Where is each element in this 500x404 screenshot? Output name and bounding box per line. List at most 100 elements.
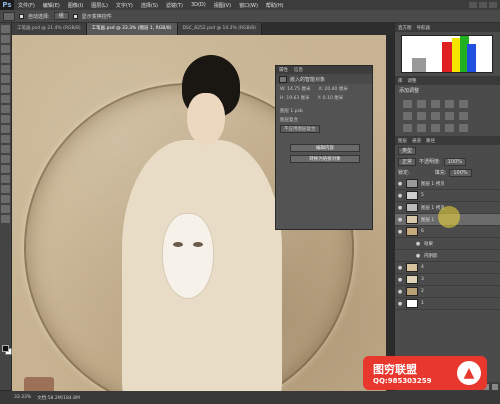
type-tool-icon[interactable] (1, 175, 10, 183)
layer-row[interactable]: ● 效果 (395, 238, 500, 250)
layer-row[interactable]: ● 3 (395, 274, 500, 286)
menu-select[interactable]: 选择(S) (137, 2, 162, 9)
menu-window[interactable]: 窗口(W) (235, 2, 262, 9)
tab-histogram[interactable]: 直方图 (398, 25, 412, 31)
black-white-icon[interactable] (431, 112, 440, 120)
gradient-tool-icon[interactable] (1, 135, 10, 143)
tab-properties[interactable]: 属性 (279, 67, 288, 73)
hand-tool-icon[interactable] (1, 205, 10, 213)
menu-type[interactable]: 文字(Y) (112, 2, 137, 9)
visibility-eye-icon[interactable]: ● (397, 301, 403, 307)
zoom-level[interactable]: 33.33% (14, 395, 31, 400)
color-balance-icon[interactable] (417, 112, 426, 120)
menu-help[interactable]: 帮助(H) (262, 2, 288, 9)
healing-tool-icon[interactable] (1, 85, 10, 93)
shape-tool-icon[interactable] (1, 195, 10, 203)
visibility-eye-icon[interactable]: ● (397, 265, 403, 271)
w-value[interactable]: 14.75 厘米 (287, 87, 310, 92)
path-select-tool-icon[interactable] (1, 185, 10, 193)
opacity-field[interactable]: 100% (443, 157, 466, 166)
x-value[interactable]: 20.40 厘米 (325, 87, 348, 92)
crop-tool-icon[interactable] (1, 65, 10, 73)
quick-select-tool-icon[interactable] (1, 55, 10, 63)
tab-info[interactable]: 信息 (294, 67, 303, 73)
convert-linked-button[interactable]: 转换为链接对象 (290, 155, 360, 163)
marquee-tool-icon[interactable] (1, 35, 10, 43)
channel-mixer-icon[interactable] (459, 112, 468, 120)
levels-icon[interactable] (417, 100, 426, 108)
gradient-map-icon[interactable] (445, 124, 454, 132)
adjustments-panel-tabs: 库 调整 (395, 76, 500, 85)
visibility-eye-icon[interactable]: ● (397, 277, 403, 283)
blur-tool-icon[interactable] (1, 145, 10, 153)
visibility-eye-icon[interactable]: ● (415, 241, 421, 247)
tab-channels[interactable]: 通道 (412, 138, 421, 144)
tab-layers[interactable]: 图层 (398, 138, 407, 144)
move-tool-icon[interactable] (1, 25, 10, 33)
tab-paths[interactable]: 路径 (426, 138, 435, 144)
layer-row[interactable]: ● 内阴影 (395, 250, 500, 262)
invert-icon[interactable] (403, 124, 412, 132)
curves-icon[interactable] (431, 100, 440, 108)
photo-filter-icon[interactable] (445, 112, 454, 120)
h-value[interactable]: 19.63 厘米 (286, 96, 309, 101)
brush-tool-icon[interactable] (1, 95, 10, 103)
auto-select-checkbox[interactable] (19, 13, 24, 19)
hue-saturation-icon[interactable] (403, 112, 412, 120)
tool-preset-picker[interactable] (3, 11, 15, 21)
foreground-color-swatch[interactable] (2, 345, 9, 352)
layer-row[interactable]: ● 2 (395, 286, 500, 298)
exposure-icon[interactable] (445, 100, 454, 108)
tab-navigator[interactable]: 导航器 (417, 25, 431, 31)
visibility-eye-icon[interactable]: ● (397, 193, 403, 199)
y-value[interactable]: 0.10 厘米 (323, 96, 343, 101)
blend-mode-dropdown[interactable]: 正常 (398, 157, 417, 166)
visibility-eye-icon[interactable]: ● (397, 217, 403, 223)
brightness-icon[interactable] (403, 100, 412, 108)
eraser-tool-icon[interactable] (1, 125, 10, 133)
layer-row[interactable]: ● 图层 1 拷贝 (395, 178, 500, 190)
layer-comp-dropdown[interactable]: 不应用图层复合 (280, 124, 320, 133)
tab-adjustments[interactable]: 调整 (408, 78, 417, 84)
posterize-icon[interactable] (417, 124, 426, 132)
layer-row[interactable]: ● 1 (395, 298, 500, 310)
menu-view[interactable]: 视图(V) (210, 2, 235, 9)
visibility-eye-icon[interactable]: ● (397, 181, 403, 187)
selective-color-icon[interactable] (459, 124, 468, 132)
visibility-eye-icon[interactable]: ● (397, 229, 403, 235)
doc-tab-1[interactable]: 工笔画.psd @ 21.4% (RGB/8) (12, 23, 87, 35)
dodge-tool-icon[interactable] (1, 155, 10, 163)
menu-edit[interactable]: 编辑(E) (39, 2, 64, 9)
stamp-tool-icon[interactable] (1, 105, 10, 113)
layer-name: 效果 (424, 241, 433, 247)
minimize-button[interactable] (469, 2, 477, 8)
history-brush-icon[interactable] (1, 115, 10, 123)
trash-icon[interactable] (492, 383, 498, 390)
menu-image[interactable]: 图像(I) (64, 2, 87, 9)
visibility-eye-icon[interactable]: ● (397, 205, 403, 211)
doc-tab-3[interactable]: DSC_8252.psd @ 14.3% (RGB/8) (177, 23, 262, 35)
auto-select-dropdown[interactable]: 组 (53, 12, 69, 20)
visibility-eye-icon[interactable]: ● (415, 253, 421, 259)
pen-tool-icon[interactable] (1, 165, 10, 173)
transform-controls-checkbox[interactable] (72, 13, 78, 19)
visibility-eye-icon[interactable]: ● (397, 289, 403, 295)
menu-filter[interactable]: 滤镜(T) (162, 2, 187, 9)
threshold-icon[interactable] (431, 124, 440, 132)
layer-row[interactable]: ● 4 (395, 262, 500, 274)
menu-3d[interactable]: 3D(D) (187, 2, 210, 8)
zoom-tool-icon[interactable] (1, 215, 10, 223)
vibrance-icon[interactable] (459, 100, 468, 108)
edit-contents-button[interactable]: 编辑内容 (290, 144, 360, 152)
layer-row[interactable]: ● 5 (395, 190, 500, 202)
layer-kind-dropdown[interactable]: 类型 (398, 146, 417, 155)
menu-layer[interactable]: 图层(L) (87, 2, 112, 9)
doc-tab-2[interactable]: 工笔画.psd @ 33.3% (图层 1, RGB/8) (86, 23, 178, 35)
lasso-tool-icon[interactable] (1, 45, 10, 53)
maximize-button[interactable] (479, 2, 487, 8)
fill-field[interactable]: 100% (449, 168, 472, 177)
tab-libraries[interactable]: 库 (398, 78, 403, 84)
eyedropper-tool-icon[interactable] (1, 75, 10, 83)
close-button[interactable] (489, 2, 497, 8)
menu-file[interactable]: 文件(F) (14, 2, 39, 9)
